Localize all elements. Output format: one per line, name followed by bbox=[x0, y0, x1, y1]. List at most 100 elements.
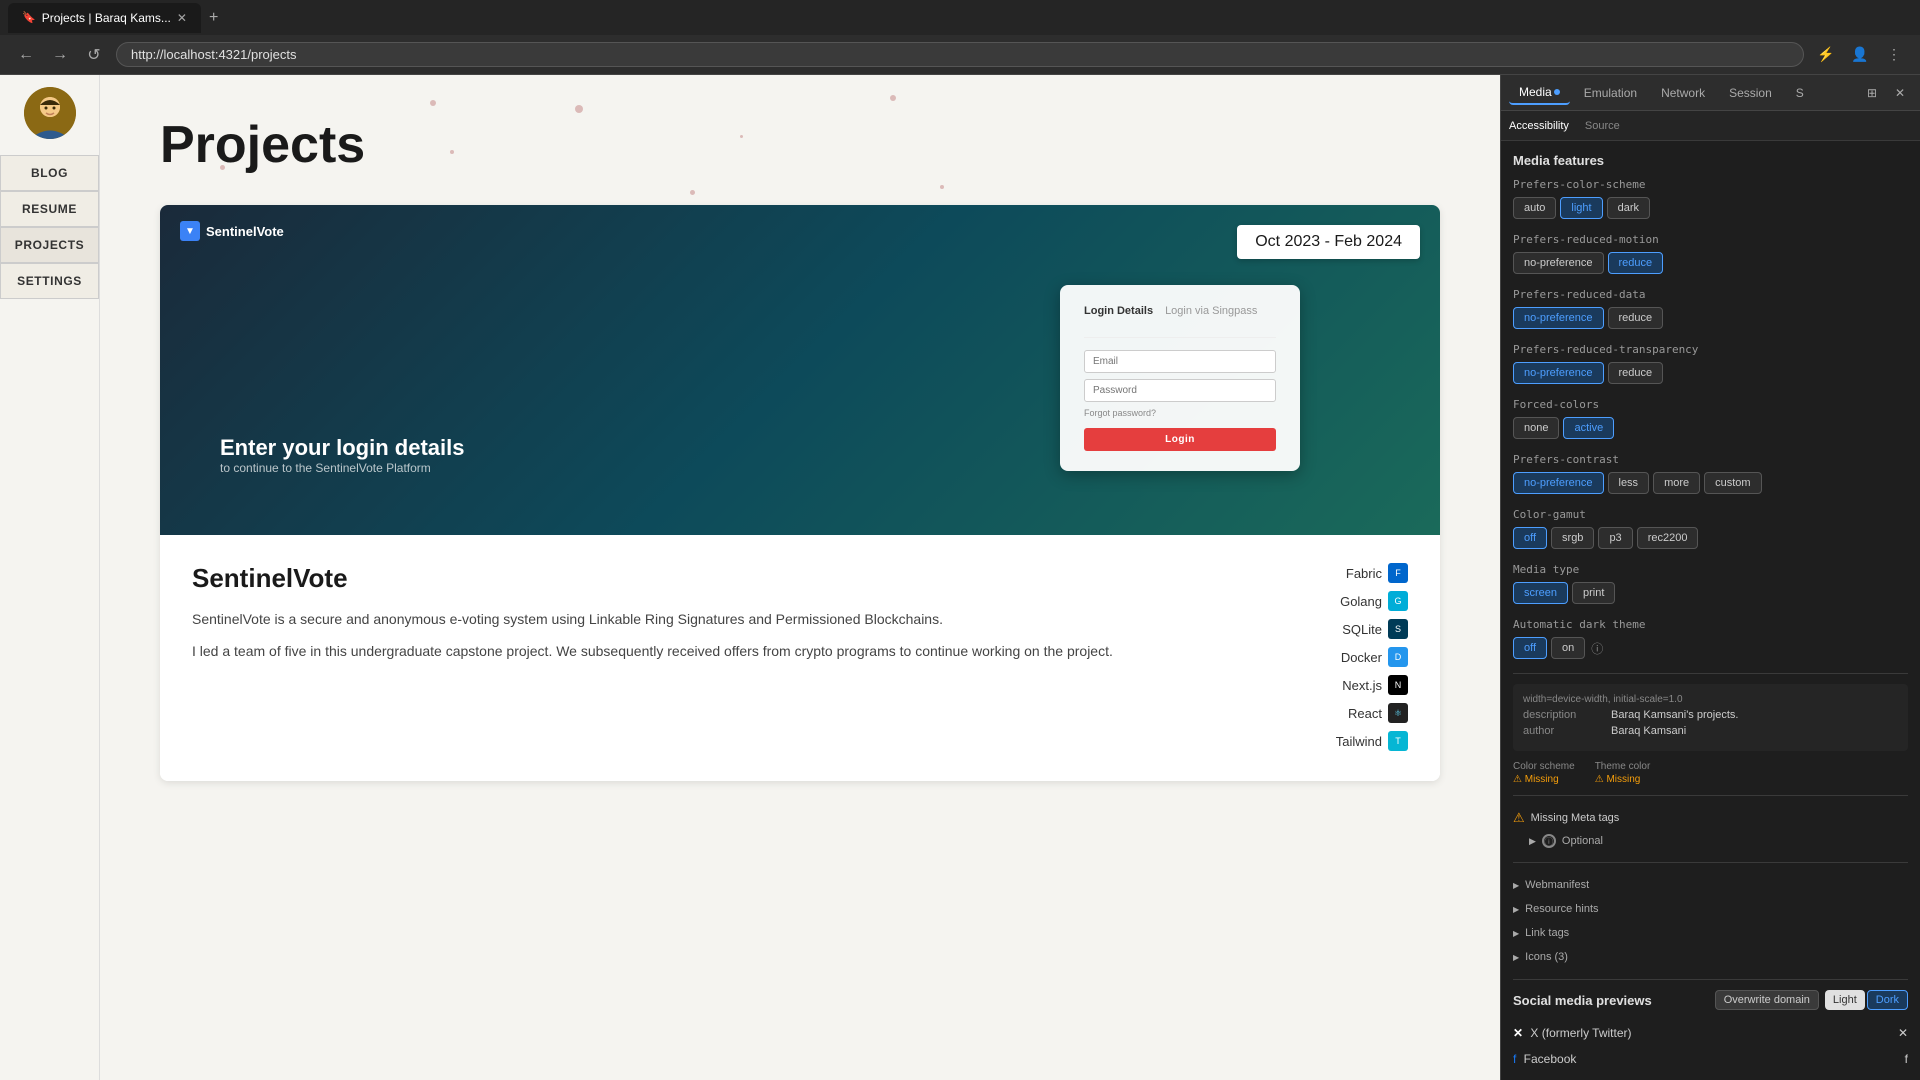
divider-4 bbox=[1513, 979, 1908, 980]
color-scheme-dark-btn[interactable]: dark bbox=[1607, 197, 1650, 219]
dock-icon[interactable]: ⊞ bbox=[1860, 81, 1884, 105]
sentinel-logo: ▼ SentinelVote bbox=[180, 221, 284, 241]
devtools-tab-media[interactable]: Media bbox=[1509, 81, 1570, 105]
reload-button[interactable]: ↺ bbox=[80, 41, 108, 69]
devtools-tab-network[interactable]: Network bbox=[1651, 82, 1715, 104]
webmanifest-collapsible[interactable]: ▶ Webmanifest bbox=[1513, 873, 1908, 897]
resource-hints-collapsible[interactable]: ▶ Resource hints bbox=[1513, 897, 1908, 921]
description-key: description bbox=[1523, 709, 1603, 721]
color-scheme-missing: ⚠ Missing bbox=[1513, 774, 1575, 785]
address-bar[interactable] bbox=[116, 42, 1804, 67]
tab-title: Projects | Baraq Kams... bbox=[42, 11, 171, 25]
login-button[interactable]: Login bbox=[1084, 428, 1276, 451]
reduced-motion-reduce-btn[interactable]: reduce bbox=[1608, 252, 1664, 274]
twitter-social-row[interactable]: ✕ X (formerly Twitter) ✕ bbox=[1513, 1020, 1908, 1046]
project-desc1: SentinelVote is a secure and anonymous e… bbox=[192, 608, 1248, 630]
color-scheme-auto-btn[interactable]: auto bbox=[1513, 197, 1556, 219]
gamut-p3-btn[interactable]: p3 bbox=[1598, 527, 1632, 549]
golang-icon: G bbox=[1388, 591, 1408, 611]
prefers-reduced-transparency-label: Prefers-reduced-transparency bbox=[1513, 343, 1908, 356]
contrast-more-btn[interactable]: more bbox=[1653, 472, 1700, 494]
auto-dark-on-btn[interactable]: on bbox=[1551, 637, 1585, 659]
nav-projects[interactable]: PROJECTS bbox=[0, 227, 99, 263]
settings-icon[interactable]: ⋮ bbox=[1880, 41, 1908, 69]
missing-warn-icon: ⚠ bbox=[1513, 810, 1525, 826]
color-gamut-label: Color-gamut bbox=[1513, 508, 1908, 521]
reduced-trans-no-pref-btn[interactable]: no-preference bbox=[1513, 362, 1604, 384]
facebook-icon: f bbox=[1513, 1052, 1516, 1066]
media-type-print-btn[interactable]: print bbox=[1572, 582, 1615, 604]
gamut-off-btn[interactable]: off bbox=[1513, 527, 1547, 549]
login-forgot-link[interactable]: Forgot password? bbox=[1084, 408, 1276, 418]
auto-dark-theme-group: Automatic dark theme off on ⓘ bbox=[1513, 618, 1908, 659]
gamut-rec2200-btn[interactable]: rec2200 bbox=[1637, 527, 1699, 549]
chevron-right-icon: ▶ bbox=[1513, 953, 1519, 962]
gamut-srgb-btn[interactable]: srgb bbox=[1551, 527, 1594, 549]
link-tags-collapsible[interactable]: ▶ Link tags bbox=[1513, 921, 1908, 945]
login-email-field[interactable] bbox=[1084, 350, 1276, 373]
color-scheme-light-btn[interactable]: light bbox=[1560, 197, 1602, 219]
tech-docker: Docker D bbox=[1341, 647, 1408, 667]
auto-dark-off-btn[interactable]: off bbox=[1513, 637, 1547, 659]
reduced-data-reduce-btn[interactable]: reduce bbox=[1608, 307, 1664, 329]
description-value: Baraq Kamsani's projects. bbox=[1611, 709, 1738, 721]
theme-light-button[interactable]: Light bbox=[1825, 990, 1865, 1010]
twitter-close-icon: ✕ bbox=[1898, 1026, 1908, 1040]
nav-blog[interactable]: BLOG bbox=[0, 155, 99, 191]
divider-1 bbox=[1513, 673, 1908, 674]
media-features-title: Media features bbox=[1513, 153, 1908, 168]
theme-dark-button[interactable]: Dork bbox=[1867, 990, 1908, 1010]
forced-colors-none-btn[interactable]: none bbox=[1513, 417, 1559, 439]
color-scheme-col: Color scheme ⚠ Missing bbox=[1513, 761, 1575, 785]
viewport-value: width=device-width, initial-scale=1.0 bbox=[1523, 694, 1683, 705]
media-type-screen-btn[interactable]: screen bbox=[1513, 582, 1568, 604]
nav-settings[interactable]: SETTINGS bbox=[0, 263, 99, 299]
reduced-trans-reduce-btn[interactable]: reduce bbox=[1608, 362, 1664, 384]
active-tab[interactable]: 🔖 Projects | Baraq Kams... ✕ bbox=[8, 3, 201, 33]
nav-resume[interactable]: RESUME bbox=[0, 191, 99, 227]
tech-nextjs: Next.js N bbox=[1342, 675, 1408, 695]
accessibility-tab[interactable]: Accessibility bbox=[1509, 120, 1569, 132]
social-previews-title: Social media previews bbox=[1513, 993, 1652, 1008]
theme-color-col: Theme color ⚠ Missing bbox=[1595, 761, 1651, 785]
reduced-data-no-pref-btn[interactable]: no-preference bbox=[1513, 307, 1604, 329]
twitter-x-label: ✕ X (formerly Twitter) bbox=[1513, 1026, 1632, 1040]
missing-meta-tags-row: ⚠ Missing Meta tags bbox=[1513, 806, 1908, 830]
color-gamut-buttons: off srgb p3 rec2200 bbox=[1513, 527, 1908, 549]
project-info-left: SentinelVote SentinelVote is a secure an… bbox=[192, 563, 1248, 753]
author-value: Baraq Kamsani bbox=[1611, 725, 1686, 737]
forced-colors-active-btn[interactable]: active bbox=[1563, 417, 1614, 439]
theme-color-missing: ⚠ Missing bbox=[1595, 774, 1651, 785]
icons-collapsible[interactable]: ▶ Icons (3) bbox=[1513, 945, 1908, 969]
tab-close-icon[interactable]: ✕ bbox=[177, 11, 187, 25]
theme-color-info: Color scheme ⚠ Missing Theme color ⚠ Mis… bbox=[1513, 761, 1908, 785]
facebook-label: f Facebook bbox=[1513, 1052, 1576, 1066]
reduced-motion-no-pref-btn[interactable]: no-preference bbox=[1513, 252, 1604, 274]
login-password-field[interactable] bbox=[1084, 379, 1276, 402]
profile-icon[interactable]: 👤 bbox=[1846, 41, 1874, 69]
devtools-tab-s[interactable]: S bbox=[1786, 82, 1814, 104]
slack-social-row[interactable]: # Slack # bbox=[1513, 1072, 1908, 1080]
forward-button[interactable]: → bbox=[46, 41, 74, 69]
project-enter-subtitle: to continue to the SentinelVote Platform bbox=[220, 461, 464, 475]
facebook-chevron-icon: f bbox=[1905, 1052, 1908, 1066]
source-tab[interactable]: Source bbox=[1585, 120, 1620, 132]
new-tab-button[interactable]: + bbox=[209, 9, 218, 27]
description-row: description Baraq Kamsani's projects. bbox=[1523, 709, 1898, 721]
prefers-reduced-data-buttons: no-preference reduce bbox=[1513, 307, 1908, 329]
overwrite-domain-button[interactable]: Overwrite domain bbox=[1715, 990, 1819, 1010]
prefers-reduced-motion-buttons: no-preference reduce bbox=[1513, 252, 1908, 274]
back-button[interactable]: ← bbox=[12, 41, 40, 69]
project-enter-details: Enter your login details bbox=[220, 435, 464, 461]
optional-icon: ⓘ bbox=[1542, 834, 1556, 848]
tech-react: React ⚛ bbox=[1348, 703, 1408, 723]
contrast-less-btn[interactable]: less bbox=[1608, 472, 1650, 494]
contrast-custom-btn[interactable]: custom bbox=[1704, 472, 1761, 494]
facebook-social-row[interactable]: f Facebook f bbox=[1513, 1046, 1908, 1072]
devtools-tab-session[interactable]: Session bbox=[1719, 82, 1782, 104]
close-panel-icon[interactable]: ✕ bbox=[1888, 81, 1912, 105]
extensions-icon[interactable]: ⚡ bbox=[1812, 41, 1840, 69]
chevron-right-icon: ▶ bbox=[1513, 929, 1519, 938]
contrast-no-pref-btn[interactable]: no-preference bbox=[1513, 472, 1604, 494]
devtools-tab-emulation[interactable]: Emulation bbox=[1574, 82, 1647, 104]
